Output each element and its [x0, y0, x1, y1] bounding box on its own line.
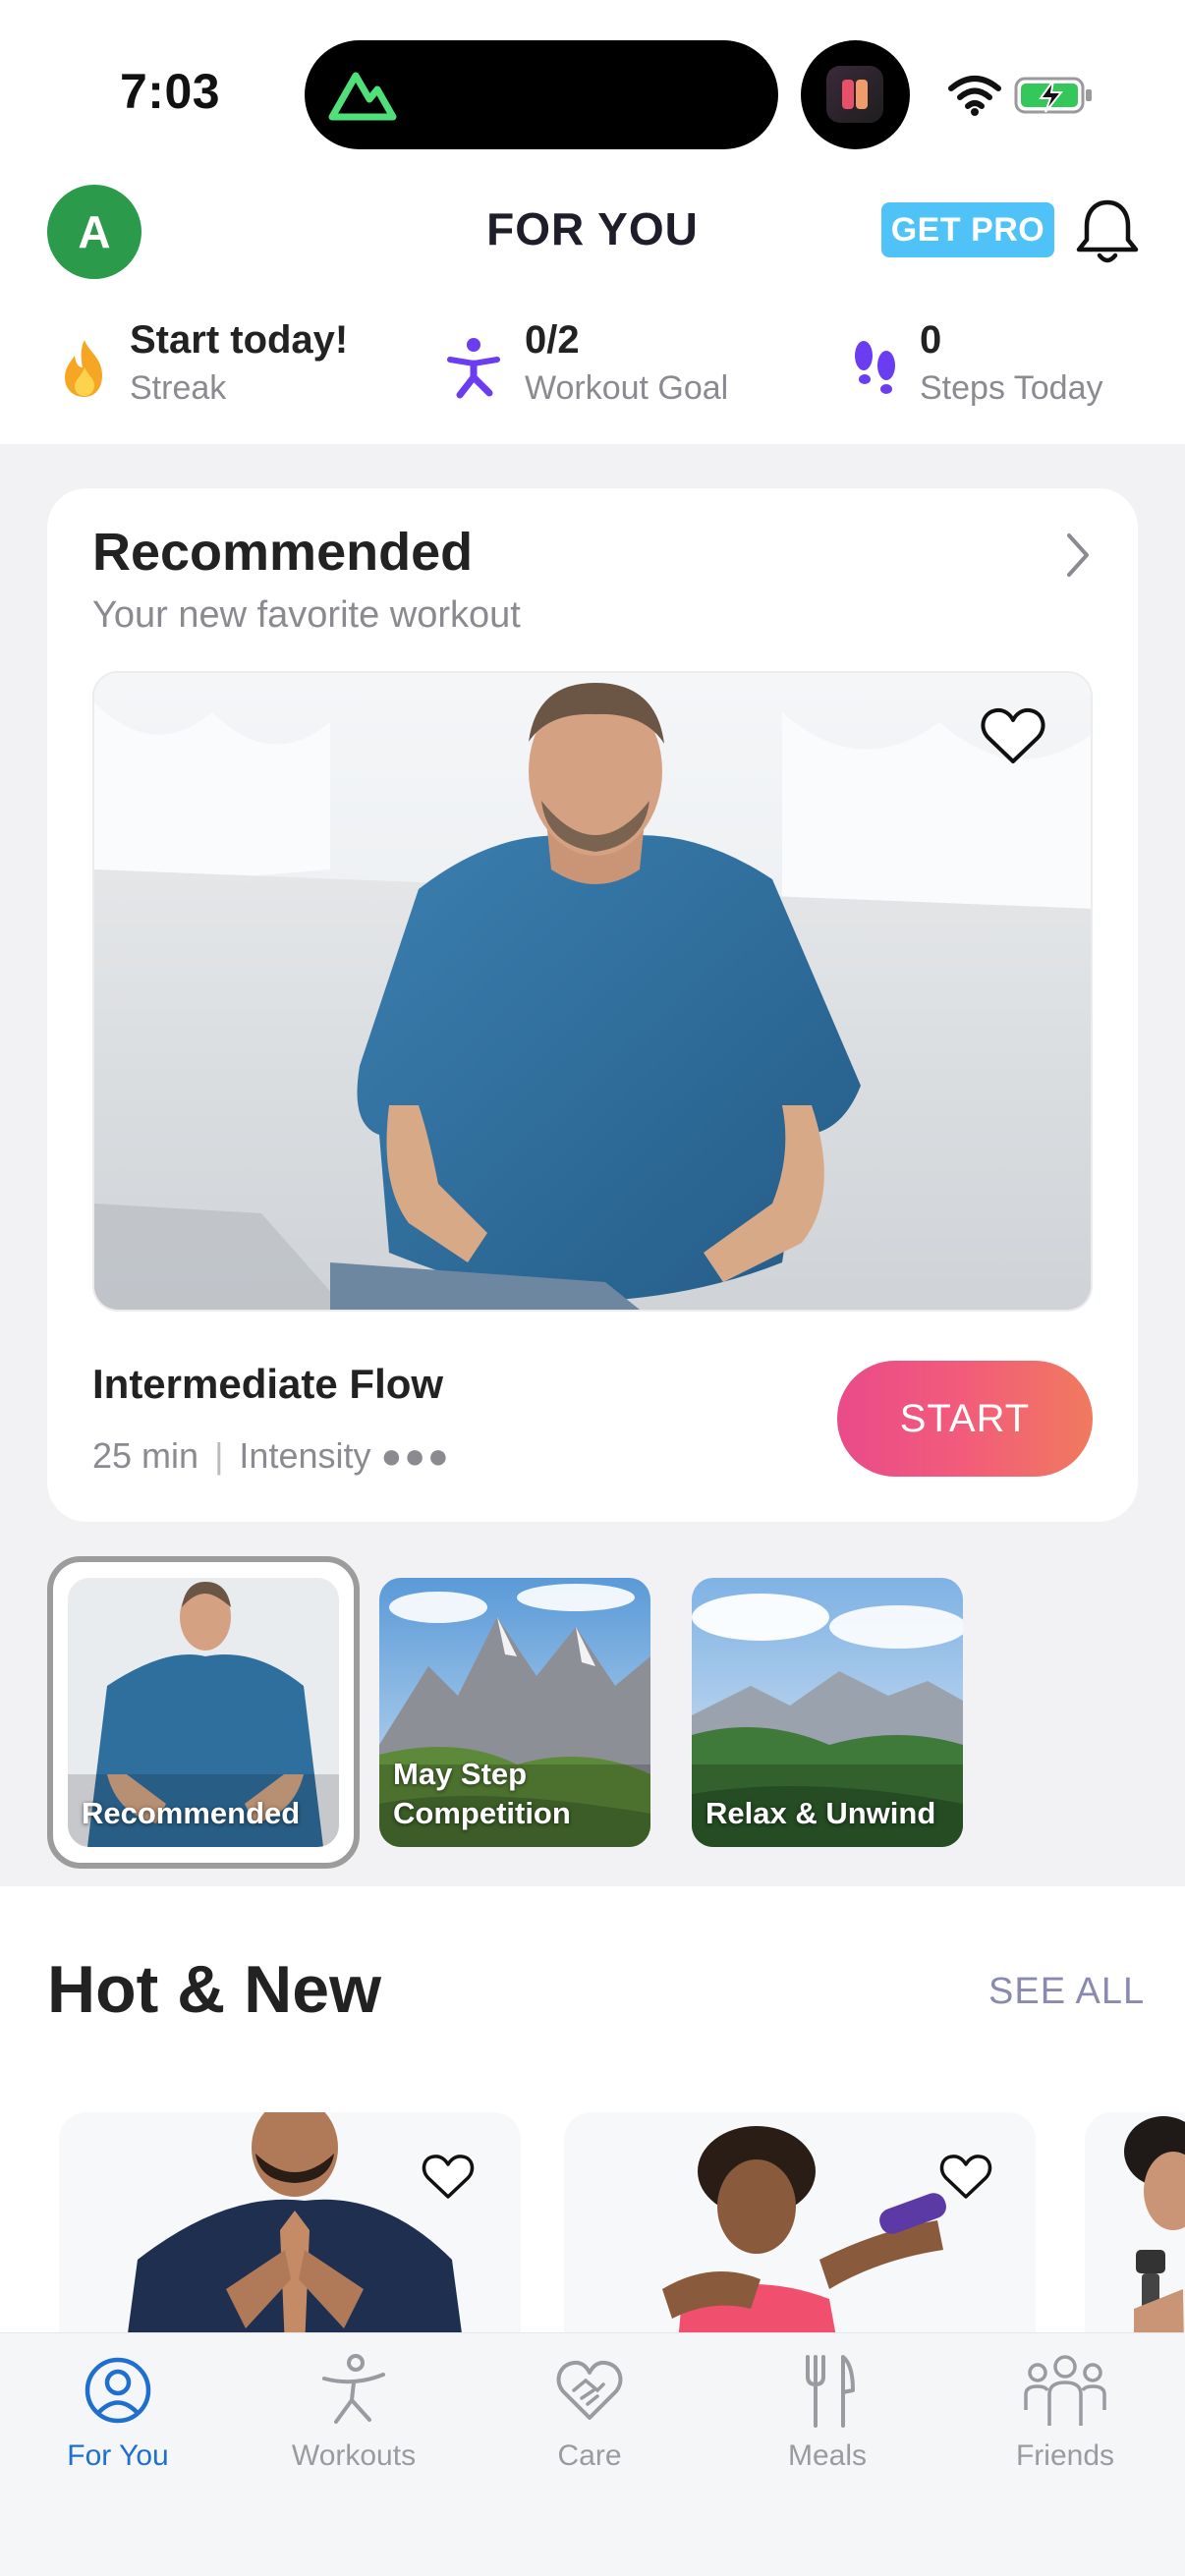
program-carousel[interactable]: Recommended May Step Competition Relax &… — [0, 1556, 1185, 1876]
stretching-figure-icon — [322, 2354, 385, 2424]
tab-label: Workouts — [291, 2439, 417, 2472]
bell-icon[interactable] — [1073, 196, 1142, 267]
workout-goal-value: 0/2 — [525, 318, 580, 362]
program-label: Recommended — [82, 1796, 301, 1830]
header: A FOR YOU GET PRO Start today! Streak 0/… — [0, 173, 1185, 444]
recommended-card[interactable]: Recommended Your new favorite workout In… — [47, 488, 1138, 1522]
tab-label: For You — [67, 2439, 169, 2472]
bottom-tab-bar: For You Workouts Care Meals Friends — [0, 2332, 1185, 2576]
workout-goal-label: Workout Goal — [525, 369, 729, 407]
person-stretch-icon — [447, 338, 500, 399]
see-all-link[interactable]: SEE ALL — [988, 1971, 1145, 2013]
tab-friends[interactable]: Friends — [947, 2333, 1183, 2491]
tab-meals[interactable]: Meals — [709, 2333, 945, 2491]
steps-label: Steps Today — [920, 369, 1103, 407]
recommended-title: Recommended — [92, 523, 474, 582]
status-time: 7:03 — [120, 64, 221, 119]
workout-name: Intermediate Flow — [92, 1361, 444, 1407]
person-circle-icon — [85, 2357, 151, 2424]
flame-icon — [65, 340, 102, 397]
program-label: May Step Competition — [393, 1757, 571, 1830]
streak-label: Streak — [130, 369, 227, 407]
get-pro-button[interactable]: GET PRO — [881, 202, 1054, 257]
tab-label: Friends — [1015, 2439, 1115, 2472]
live-app-icon — [826, 66, 883, 123]
heart-handshake-icon — [556, 2360, 623, 2420]
favorite-heart-icon[interactable] — [938, 2152, 993, 2203]
program-thumb-step-competition[interactable]: May Step Competition — [379, 1578, 650, 1847]
instructor-photo — [94, 673, 1091, 1310]
workout-goal-stat[interactable]: 0/2 Workout Goal — [444, 318, 768, 417]
hot-new-title: Hot & New — [47, 1952, 381, 2027]
chevron-right-icon[interactable] — [1061, 530, 1095, 581]
intensity-dots: ●●● — [380, 1435, 451, 1476]
workout-hero-image[interactable] — [92, 671, 1093, 1312]
steps-value: 0 — [920, 318, 942, 362]
footprints-icon — [855, 341, 895, 394]
tab-for-you[interactable]: For You — [0, 2333, 236, 2491]
dynamic-island — [305, 40, 778, 149]
tab-label: Care — [557, 2439, 622, 2472]
wifi-icon — [948, 76, 1001, 116]
fork-knife-icon — [806, 2355, 855, 2428]
meta-separator: | — [214, 1435, 224, 1476]
group-icon — [1024, 2355, 1106, 2426]
favorite-heart-icon[interactable] — [421, 2152, 476, 2203]
tab-label: Meals — [787, 2439, 868, 2472]
favorite-heart-icon[interactable] — [979, 704, 1047, 767]
recommended-subtitle: Your new favorite workout — [92, 594, 521, 636]
live-activity-bubble — [801, 40, 910, 149]
workout-meta: 25 min | Intensity ●●● — [92, 1435, 451, 1477]
program-label: Relax & Unwind — [705, 1796, 936, 1830]
steps-stat[interactable]: 0 Steps Today — [847, 318, 1142, 417]
streak-stat[interactable]: Start today! Streak — [55, 318, 379, 417]
program-thumb-recommended[interactable]: Recommended — [68, 1578, 339, 1847]
tab-workouts[interactable]: Workouts — [236, 2333, 472, 2491]
tab-care[interactable]: Care — [472, 2333, 707, 2491]
start-button[interactable]: START — [837, 1361, 1093, 1477]
streak-value: Start today! — [130, 318, 349, 362]
app-logo-icon — [328, 72, 397, 121]
program-thumb-relax-unwind[interactable]: Relax & Unwind — [692, 1578, 963, 1847]
intensity-label: Intensity — [239, 1435, 371, 1476]
battery-charging-icon — [1014, 77, 1092, 114]
status-bar: 7:03 — [0, 0, 1185, 173]
workout-duration: 25 min — [92, 1435, 199, 1476]
